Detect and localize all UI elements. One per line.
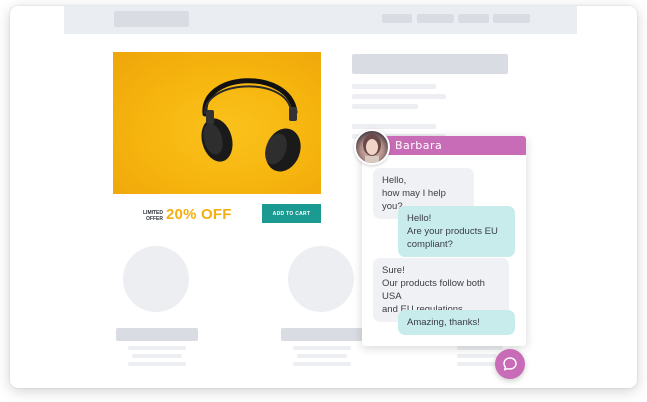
product-name-placeholder xyxy=(281,328,363,341)
text-line-placeholder xyxy=(352,84,436,89)
nav-item-placeholder[interactable] xyxy=(382,14,412,23)
text-line-placeholder xyxy=(128,346,186,350)
chat-window: Barbara Hello, how may I help you? Hello… xyxy=(362,136,526,346)
offer-line-2: OFFER xyxy=(146,216,163,222)
product-thumb-placeholder[interactable] xyxy=(123,246,189,312)
text-line-placeholder xyxy=(293,346,351,350)
chat-message-user: Amazing, thanks! xyxy=(398,310,515,335)
text-line-placeholder xyxy=(352,104,418,109)
chat-bubble-icon xyxy=(503,357,517,371)
chat-launcher-button[interactable] xyxy=(495,349,525,379)
limited-offer-label: LIMITED OFFER xyxy=(137,210,163,222)
product-title-placeholder xyxy=(352,54,508,74)
agent-avatar[interactable] xyxy=(354,129,390,165)
discount-label: 20% OFF xyxy=(166,206,232,223)
text-line-placeholder xyxy=(352,94,446,99)
product-name-placeholder xyxy=(116,328,198,341)
nav-item-placeholder[interactable] xyxy=(458,14,489,23)
nav-item-placeholder[interactable] xyxy=(417,14,454,23)
product-thumb-placeholder[interactable] xyxy=(288,246,354,312)
text-line-placeholder xyxy=(128,362,186,366)
chat-message-user: Hello! Are your products EU compliant? xyxy=(398,206,515,257)
text-line-placeholder xyxy=(457,346,503,350)
text-line-placeholder xyxy=(293,362,351,366)
agent-name: Barbara xyxy=(395,139,443,152)
site-header xyxy=(64,6,577,34)
add-to-cart-button[interactable]: ADD TO CART xyxy=(262,204,321,223)
text-line-placeholder xyxy=(297,354,347,358)
product-image[interactable] xyxy=(113,52,321,194)
nav-item-placeholder[interactable] xyxy=(493,14,530,23)
text-line-placeholder xyxy=(352,124,436,129)
logo-placeholder xyxy=(114,11,189,27)
text-line-placeholder xyxy=(457,354,497,358)
avatar-portrait xyxy=(363,134,381,163)
headphones-icon xyxy=(201,78,301,172)
text-line-placeholder xyxy=(132,354,182,358)
browser-frame: LIMITED OFFER 20% OFF ADD TO CART Barbar… xyxy=(10,6,637,388)
